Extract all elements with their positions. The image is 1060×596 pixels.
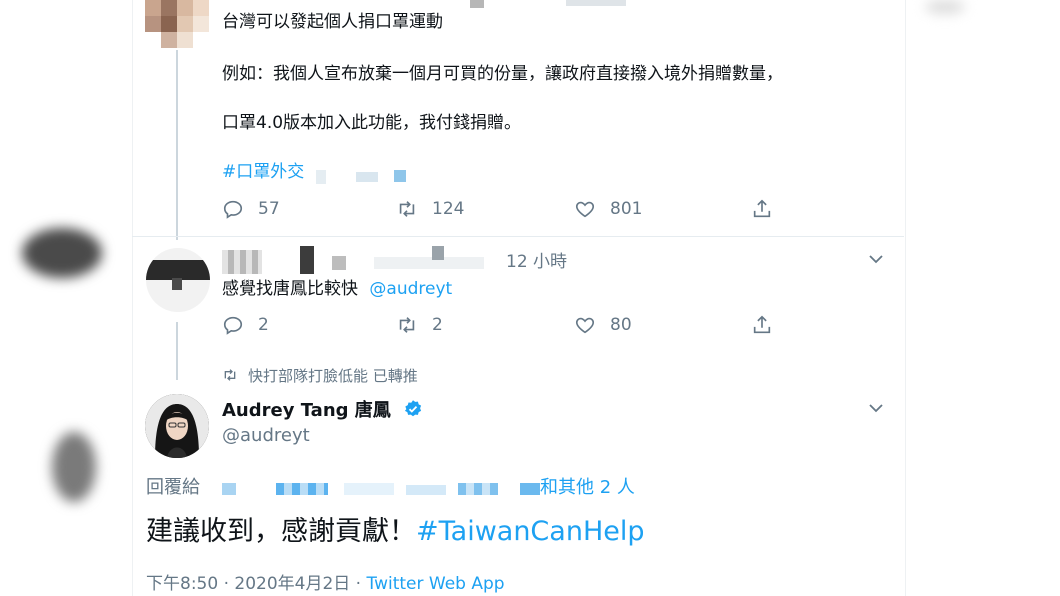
pixelated-text <box>316 170 326 184</box>
retweet-button[interactable]: 124 <box>396 198 464 220</box>
blurred-avatar <box>146 248 210 312</box>
retweet-context: 快打部隊打臉低能 已轉推 <box>222 365 418 387</box>
share-button[interactable] <box>751 314 773 336</box>
like-button[interactable]: 801 <box>574 198 642 220</box>
tweet1-line1: 台灣可以發起個人捐口罩運動 <box>222 12 443 32</box>
reply-prefix: 回覆給 <box>146 477 200 498</box>
pixelated-timestamp <box>470 0 484 8</box>
reply-icon <box>223 316 243 335</box>
pixelated-handle <box>432 246 444 260</box>
blurred-background-avatar <box>22 228 102 278</box>
pixelated-mentions <box>344 483 394 495</box>
divider <box>132 236 904 237</box>
pixelated-avatar <box>145 0 209 48</box>
reply-count: 57 <box>258 199 280 219</box>
chevron-down-icon[interactable] <box>866 398 886 418</box>
pixelated-text <box>356 172 378 182</box>
retweet-icon <box>399 201 415 217</box>
tweet-meta: 下午8:50 · 2020年4月2日 · Twitter Web App <box>146 573 505 595</box>
heart-icon <box>575 317 595 334</box>
blurred-background-avatar <box>925 0 965 14</box>
verified-badge-icon <box>404 400 422 417</box>
display-name[interactable]: Audrey Tang 唐鳳 <box>222 399 423 422</box>
pixelated-username <box>300 246 314 274</box>
retweet-icon <box>224 369 236 381</box>
like-count: 80 <box>610 315 632 335</box>
main-tweet-hashtag[interactable]: #TaiwanCanHelp <box>416 516 645 547</box>
reply-icon <box>223 200 243 219</box>
tweet1-line2: 例如：我個人宣布放棄一個月可買的份量，讓政府直接撥入境外捐贈數量， <box>222 64 783 84</box>
pixelated-username <box>222 250 262 274</box>
pixelated-username <box>332 256 346 270</box>
like-button[interactable]: 80 <box>574 314 632 336</box>
author-handle[interactable]: @audreyt <box>222 425 310 447</box>
heart-icon <box>575 201 595 218</box>
thread-line <box>176 322 178 380</box>
retweet-count: 124 <box>432 199 465 219</box>
retweeted-by[interactable]: 快打部隊打臉低能 已轉推 <box>248 367 418 385</box>
tweet2-time[interactable]: 12 小時 <box>506 251 567 273</box>
pixelated-mentions <box>222 483 236 495</box>
avatar[interactable] <box>145 394 209 458</box>
pixelated-text <box>394 170 406 182</box>
pixelated-timestamp <box>566 0 626 6</box>
retweet-button[interactable]: 2 <box>396 314 443 336</box>
like-count: 801 <box>610 199 643 219</box>
main-tweet-body: 建議收到，感謝貢獻！ <box>146 516 416 547</box>
tweet2-text: 感覺找唐鳳比較快 @audreyt <box>222 278 452 300</box>
reply-button[interactable]: 57 <box>222 198 280 220</box>
pixelated-handle <box>374 257 484 269</box>
chevron-down-icon[interactable] <box>866 249 886 269</box>
main-tweet-text: 建議收到，感謝貢獻！#TaiwanCanHelp <box>146 514 645 550</box>
share-button[interactable] <box>751 198 773 220</box>
reply-count: 2 <box>258 315 269 335</box>
pixelated-mentions <box>458 483 498 495</box>
retweet-count: 2 <box>432 315 443 335</box>
share-icon <box>753 199 771 218</box>
reply-suffix[interactable]: 和其他 2 人 <box>540 477 635 499</box>
share-icon <box>753 315 771 334</box>
thread-line <box>176 50 178 240</box>
pixelated-mentions <box>520 483 540 495</box>
tweet-source[interactable]: Twitter Web App <box>367 574 505 594</box>
blurred-background-avatar <box>52 432 96 502</box>
tweet2-mention[interactable]: @audreyt <box>369 279 452 299</box>
pixelated-mentions <box>406 485 446 495</box>
tweet2-body: 感覺找唐鳳比較快 <box>222 279 358 299</box>
tweet-timestamp[interactable]: 下午8:50 · 2020年4月2日 · <box>146 574 367 594</box>
reply-button[interactable]: 2 <box>222 314 269 336</box>
tweet1-hashtag[interactable]: #口罩外交 <box>222 161 304 183</box>
author-name: Audrey Tang 唐鳳 <box>222 400 391 421</box>
retweet-icon <box>399 317 415 333</box>
tweet1-line3: 口罩4.0版本加入此功能，我付錢捐贈。 <box>222 113 522 133</box>
pixelated-mentions <box>276 483 328 495</box>
